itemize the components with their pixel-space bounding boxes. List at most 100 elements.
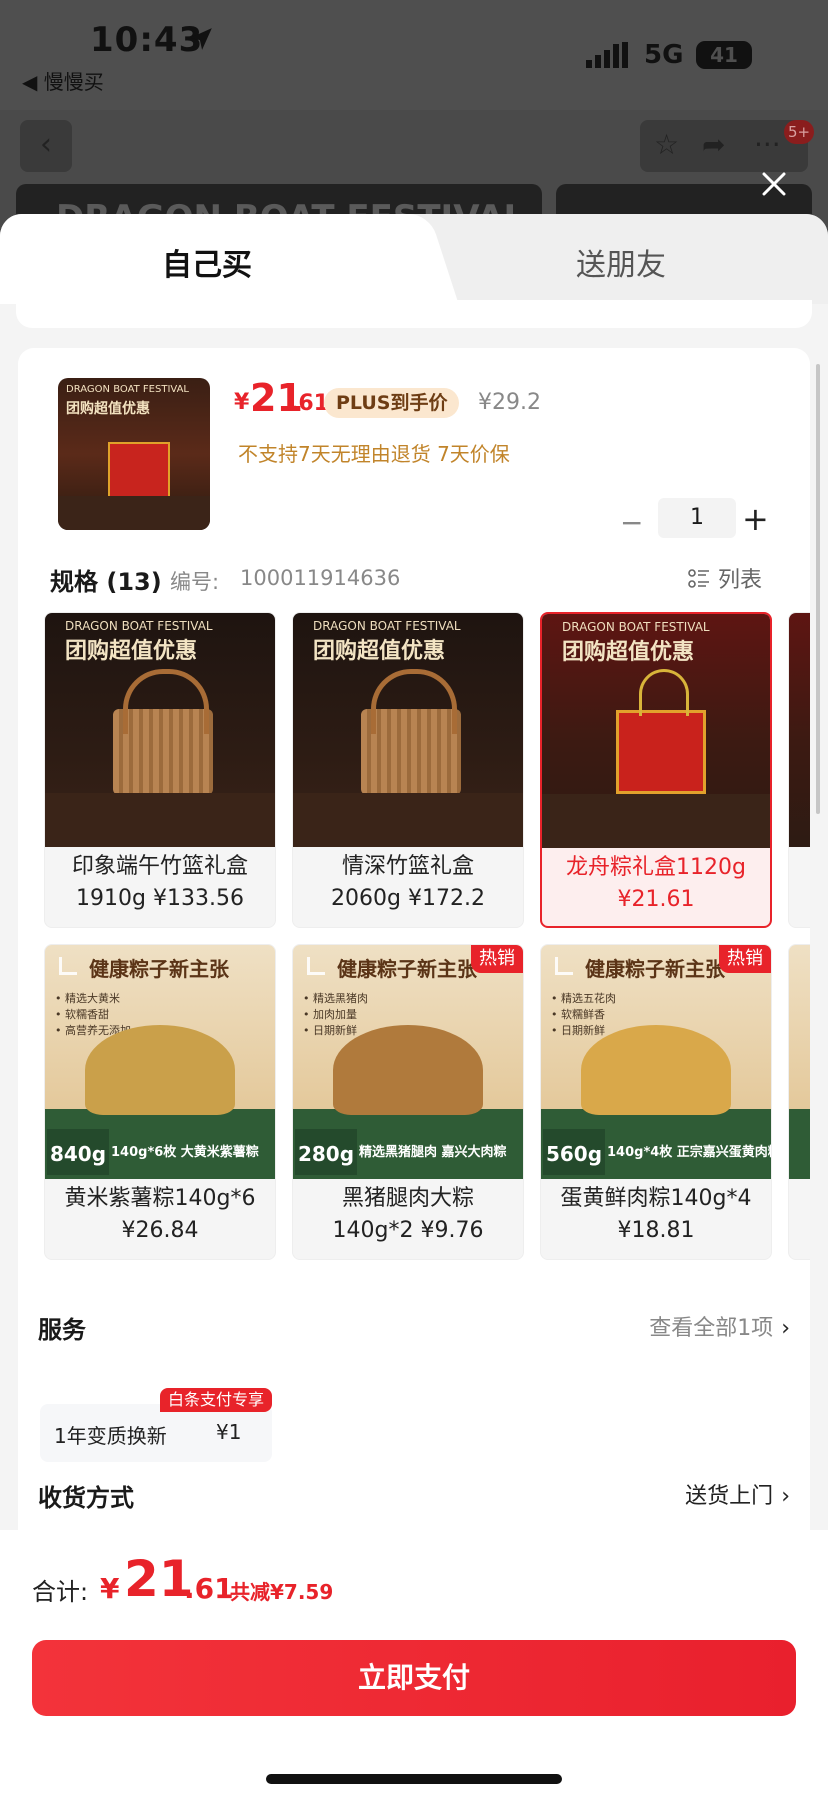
chevron-right-icon: › — [781, 1484, 790, 1509]
sku-image-title: 团购超值优惠 — [65, 639, 198, 664]
sku-name: 蛋黄鲜肉粽140g*4 — [560, 1186, 752, 1211]
sku-image — [789, 945, 810, 1179]
sku-price: ¥26.84 — [121, 1218, 199, 1243]
gift-box-image — [616, 669, 706, 794]
expand-icon[interactable] — [307, 957, 325, 975]
plus-price-tag: PLUS到手价 — [324, 388, 460, 418]
sku-image-band: 140g*6枚 大黄米紫薯粽 — [111, 1145, 259, 1160]
sku-option[interactable]: 健康粽子新主张 • 精选大黄米 • 软糯香甜 • 高营养无添加 840g 140… — [44, 944, 276, 1260]
sku-option[interactable]: 健康粽子新主张 • 精选黑猪肉 • 加肉加量 • 日期新鲜 280g 精选黑猪腿… — [292, 944, 524, 1260]
sku-grid: DRAGON BOAT FESTIVAL 团购超值优惠 印象端午竹篮礼盒 191… — [44, 612, 810, 1262]
sku-image: 健康粽子新主张 • 精选黑猪肉 • 加肉加量 • 日期新鲜 280g 精选黑猪腿… — [293, 945, 523, 1179]
back-to-app-link[interactable]: ◀ 慢慢买 — [22, 66, 104, 95]
sku-option-partial[interactable] — [788, 944, 810, 1260]
sku-image-weight: 840g — [47, 1129, 109, 1175]
sku-image-header: DRAGON BOAT FESTIVAL — [65, 619, 213, 633]
service-option[interactable]: 1年变质换新 ¥1 — [40, 1404, 272, 1462]
quantity-decrease-button[interactable]: − — [620, 506, 643, 539]
sku-image-points: • 精选黑猪肉 • 加肉加量 • 日期新鲜 — [303, 992, 368, 1037]
service-badge: 白条支付专享 — [160, 1388, 273, 1412]
sku-option[interactable]: DRAGON BOAT FESTIVAL 团购超值优惠 印象端午竹篮礼盒 191… — [44, 612, 276, 928]
zongzi-image — [333, 1025, 483, 1115]
checkout-footer: 合计: ¥ 21 .61 共减¥7.59 立即支付 — [0, 1530, 828, 1795]
original-price: ¥29.2 — [478, 390, 541, 415]
zongzi-image — [85, 1025, 235, 1115]
sku-name: 黄米紫薯粽140g*6 — [64, 1186, 256, 1211]
sku-image: DRAGON BOAT FESTIVAL 团购超值优惠 — [293, 613, 523, 847]
sku-name: 情深竹篮礼盒 — [341, 854, 474, 879]
close-icon[interactable] — [760, 170, 788, 198]
more-icon[interactable]: ··· — [754, 128, 781, 161]
delivery-value[interactable]: 送货上门 › — [685, 1478, 790, 1510]
sku-option[interactable]: 健康粽子新主张 • 精选五花肉 • 软糯鲜香 • 日期新鲜 560g 140g*… — [540, 944, 772, 1260]
sku-label: 情深竹篮礼盒 2060g ¥172.2 — [293, 851, 523, 915]
sku-image: 健康粽子新主张 • 精选五花肉 • 软糯鲜香 • 日期新鲜 560g 140g*… — [541, 945, 771, 1179]
sku-label: 黄米紫薯粽140g*6 ¥26.84 — [45, 1183, 275, 1247]
sku-price: ¥21.61 — [617, 887, 695, 912]
spec-title: 规格 (13) — [50, 568, 162, 596]
status-bar: 10:43 ◀ 慢慢买 5G 41 — [0, 0, 828, 110]
chevron-right-icon: › — [781, 1316, 790, 1341]
sku-image-points: • 精选五花肉 • 软糯鲜香 • 日期新鲜 — [551, 992, 616, 1037]
list-view-toggle[interactable]: 列表 — [688, 562, 762, 594]
sku-image-title: 健康粽子新主张 — [89, 957, 229, 981]
tab-gift[interactable]: 送朋友 — [576, 240, 666, 284]
sku-image: DRAGON BOAT FESTIVAL 团购超值优惠 — [45, 613, 275, 847]
sku-label: 蛋黄鲜肉粽140g*4 ¥18.81 — [541, 1183, 771, 1247]
table-image — [542, 794, 770, 848]
gift-box-image — [108, 442, 170, 498]
service-title: 服务 — [38, 1316, 86, 1344]
back-button[interactable]: ‹ — [20, 120, 72, 172]
sku-label: 龙舟粽礼盒1120g ¥21.61 — [542, 852, 770, 916]
battery-icon: 41 — [696, 41, 752, 69]
sku-price: ¥18.81 — [617, 1218, 695, 1243]
sku-image-header: DRAGON BOAT FESTIVAL — [562, 620, 710, 634]
total-label: 合计: — [32, 1578, 89, 1606]
sku-image-band: 140g*4枚 正宗嘉兴蛋黄肉粽 — [607, 1145, 771, 1160]
sku-image-weight: 280g — [295, 1129, 357, 1175]
sku-option[interactable]: DRAGON BOAT FESTIVAL 团购超值优惠 情深竹篮礼盒 2060g… — [292, 612, 524, 928]
total-currency: ¥ — [100, 1572, 120, 1605]
network-type: 5G — [644, 40, 684, 70]
quantity-increase-button[interactable]: + — [742, 500, 769, 538]
list-toggle-label: 列表 — [718, 568, 763, 593]
share-icon[interactable]: ➦ — [702, 128, 725, 161]
tab-self-buy-label[interactable]: 自己买 — [162, 240, 252, 284]
product-thumbnail[interactable]: DRAGON BOAT FESTIVAL 团购超值优惠 — [58, 378, 210, 530]
expand-icon[interactable] — [59, 957, 77, 975]
hot-sale-badge: 热销 — [719, 945, 771, 973]
table-image — [45, 793, 275, 847]
sku-name: 印象端午竹篮礼盒 — [71, 854, 248, 879]
pay-now-button[interactable]: 立即支付 — [32, 1640, 796, 1716]
price-currency: ¥ — [234, 390, 250, 415]
top-card-stub — [16, 300, 812, 328]
sku-option-partial[interactable] — [788, 612, 810, 928]
table-image — [293, 793, 523, 847]
service-option-price: ¥1 — [216, 1420, 242, 1444]
sku-image-title: 健康粽子新主张 — [585, 957, 725, 981]
status-time: 10:43 — [90, 20, 204, 60]
list-icon — [688, 569, 709, 588]
message-badge: 5+ — [784, 120, 815, 144]
thumb-header-text: DRAGON BOAT FESTIVAL — [66, 384, 190, 395]
service-view-all[interactable]: 查看全部1项 › — [649, 1310, 790, 1342]
return-policy: 不支持7天无理由退货 7天价保 — [238, 442, 510, 466]
home-indicator[interactable] — [266, 1774, 562, 1784]
total-decimal: .61 — [184, 1572, 234, 1605]
thumb-subtitle: 团购超值优惠 — [66, 401, 150, 417]
hot-sale-badge: 热销 — [471, 945, 523, 973]
sku-price: 140g*2 ¥9.76 — [332, 1218, 484, 1243]
sku-image: DRAGON BOAT FESTIVAL 团购超值优惠 — [542, 614, 770, 848]
sku-option-selected[interactable]: DRAGON BOAT FESTIVAL 团购超值优惠 龙舟粽礼盒1120g ¥… — [540, 612, 772, 928]
zongzi-image — [581, 1025, 731, 1115]
sku-name: 龙舟粽礼盒1120g — [566, 855, 746, 880]
scrollbar[interactable] — [816, 364, 820, 814]
spec-code: 100011914636 — [240, 566, 401, 590]
sku-image-title: 团购超值优惠 — [562, 640, 695, 665]
tab-bar: 自己买 送朋友 — [0, 214, 828, 304]
expand-icon[interactable] — [555, 957, 573, 975]
quantity-input[interactable]: 1 — [658, 498, 736, 538]
sku-image-header: DRAGON BOAT FESTIVAL — [313, 619, 461, 633]
favorite-star-icon[interactable]: ☆ — [654, 128, 679, 161]
sku-image-band: 精选黑猪腿肉 嘉兴大肉粽 — [359, 1145, 507, 1160]
